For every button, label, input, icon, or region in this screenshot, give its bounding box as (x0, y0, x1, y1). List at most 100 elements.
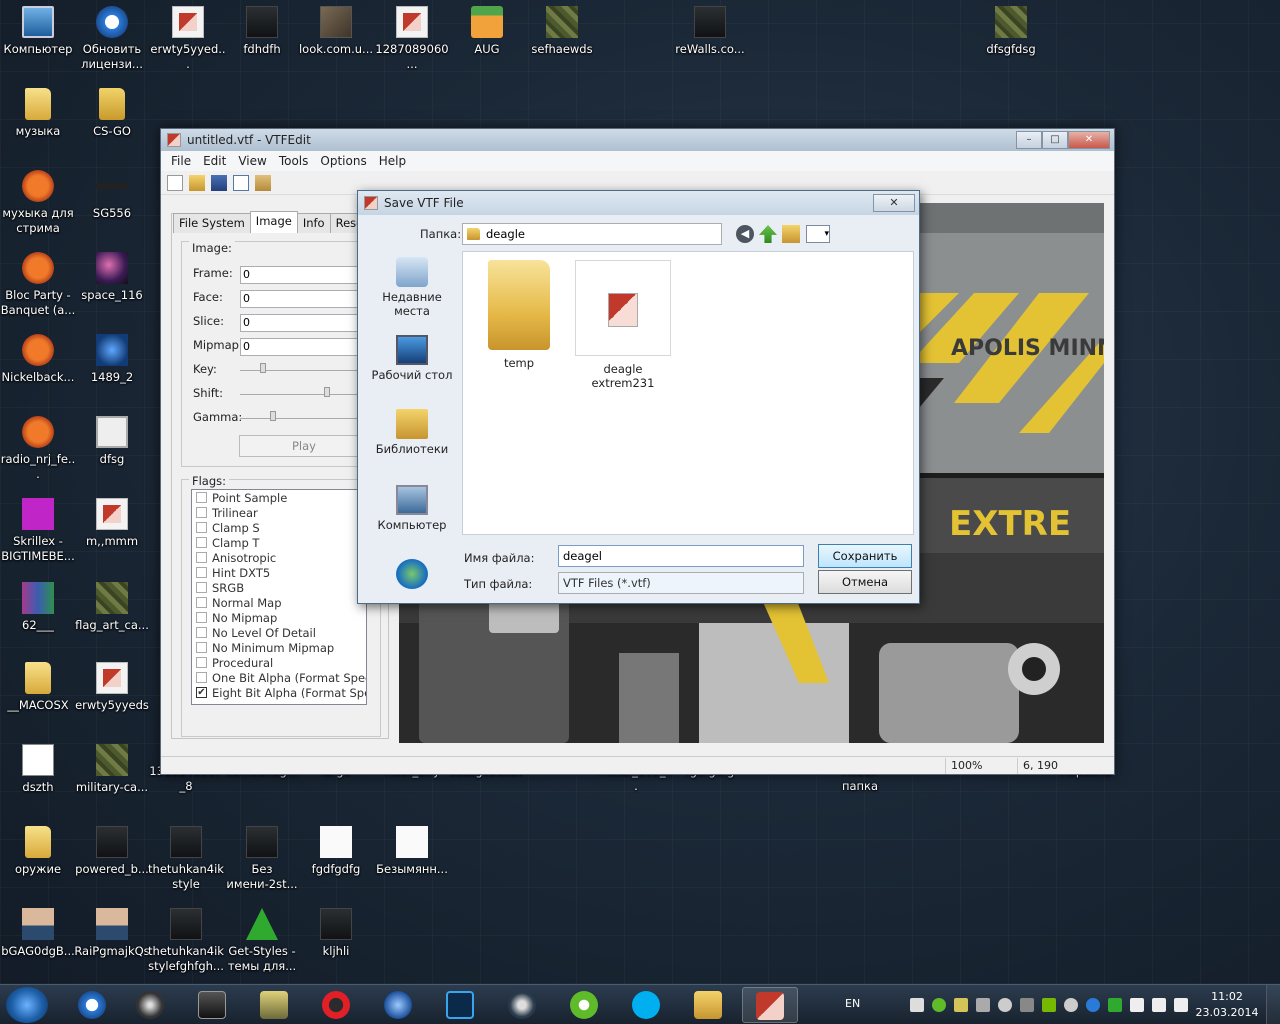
desktop-icon-folder[interactable]: оружие (0, 826, 76, 877)
filename-input[interactable]: deagel (558, 545, 804, 567)
desktop-icon-file[interactable]: thetuhkan4ik style (148, 826, 224, 892)
copy-icon[interactable] (233, 174, 249, 191)
desktop-icon-file[interactable]: look.com.u... (298, 6, 374, 57)
tray-app-icon[interactable] (1108, 998, 1122, 1012)
action-center-flag-icon[interactable] (1130, 998, 1144, 1012)
place-network[interactable] (364, 559, 460, 592)
back-button[interactable]: ◀ (736, 225, 754, 243)
desktop-icon-file[interactable]: erwty5yyeds (74, 662, 150, 713)
new-folder-icon[interactable] (782, 225, 800, 243)
tray-nvidia-icon[interactable] (1042, 998, 1056, 1012)
place-libraries[interactable]: Библиотеки (364, 409, 460, 456)
checkbox[interactable] (196, 552, 207, 563)
shift-slider[interactable] (240, 387, 358, 397)
desktop-icon-file[interactable]: sefhaewds (524, 6, 600, 57)
flag-anisotropic[interactable]: Anisotropic (192, 550, 366, 565)
taskbar-app-browser[interactable] (370, 987, 426, 1023)
face-field[interactable]: 0 (240, 290, 358, 308)
place-desktop[interactable]: Рабочий стол (364, 335, 460, 382)
desktop-icon-file[interactable]: fgdfgdfg (298, 826, 374, 877)
desktop-icon-file[interactable]: reWalls.co... (672, 6, 748, 57)
maximize-button[interactable]: □ (1042, 131, 1068, 149)
menu-options[interactable]: Options (314, 154, 372, 168)
menu-help[interactable]: Help (373, 154, 412, 168)
tab-image[interactable]: Image (249, 211, 298, 233)
tab-info[interactable]: Info (296, 213, 331, 233)
flag-eight-bit-alpha[interactable]: ✔ Eight Bit Alpha (Format Spe (192, 685, 366, 700)
close-button[interactable]: ✕ (1068, 131, 1110, 149)
flag-srgb[interactable]: SRGB (192, 580, 366, 595)
desktop-icon-file[interactable]: fdhdfh (224, 6, 300, 57)
checkbox[interactable] (196, 672, 207, 683)
taskbar-app-explorer[interactable] (680, 987, 736, 1023)
language-indicator[interactable]: EN (845, 997, 860, 1010)
network-icon[interactable] (1174, 998, 1188, 1012)
desktop-icon-computer[interactable]: Компьютер (0, 6, 76, 57)
desktop-icon-file[interactable]: kljhli (298, 908, 374, 959)
desktop-icon-file[interactable]: 1287089060... (374, 6, 450, 72)
desktop-icon-mp3[interactable]: Bloc Party - Banquet (a... (0, 252, 76, 318)
checkbox[interactable] (196, 567, 207, 578)
taskbar-app-steam[interactable] (494, 987, 550, 1023)
tray-steam-icon[interactable] (1064, 998, 1078, 1012)
desktop-icon-folder[interactable]: __MACOSX (0, 662, 76, 713)
desktop-icon-media[interactable]: мухыка для стрима (0, 170, 76, 236)
taskbar-app-update[interactable] (64, 987, 120, 1023)
gamma-slider-thumb[interactable] (270, 411, 276, 421)
folder-combo[interactable]: deagle (462, 223, 722, 245)
taskbar-app-vtfedit[interactable] (742, 987, 798, 1023)
view-menu-icon[interactable]: ▾ (806, 225, 830, 243)
desktop-icon-file[interactable]: erwty5yyed... (150, 6, 226, 72)
taskbar-app-utorrent[interactable] (556, 987, 612, 1023)
checkbox[interactable] (196, 492, 207, 503)
place-computer[interactable]: Компьютер (364, 485, 460, 532)
desktop-icon-file[interactable]: space_116 (74, 252, 150, 303)
desktop-icon-file[interactable]: m,,mmm (74, 498, 150, 549)
desktop-icon-shortcut[interactable]: Get-Styles - темы для... (224, 908, 300, 974)
vtfedit-titlebar[interactable]: untitled.vtf - VTFEdit – □ ✕ (161, 129, 1114, 151)
tray-game-icon[interactable] (954, 998, 968, 1012)
desktop-icon-archive[interactable]: 62___ (0, 582, 76, 633)
desktop-icon-file[interactable]: SG556 (74, 170, 150, 221)
menu-tools[interactable]: Tools (273, 154, 315, 168)
desktop-icon-file[interactable]: Skrillex - BIGTIMEBE... (0, 498, 76, 564)
desktop-icon-folder[interactable]: музыка (0, 88, 76, 139)
desktop-icon-file[interactable]: 1489_2 (74, 334, 150, 385)
desktop-icon-file[interactable]: dszth (0, 744, 76, 795)
volume-icon[interactable] (1152, 998, 1166, 1012)
taskbar-app-photoshop[interactable] (432, 987, 488, 1023)
flag-one-bit-alpha[interactable]: One Bit Alpha (Format Speci (192, 670, 366, 685)
flag-clamp-t[interactable]: Clamp T (192, 535, 366, 550)
tray-utorrent-icon[interactable] (932, 998, 946, 1012)
tray-app-icon[interactable] (976, 998, 990, 1012)
checkbox[interactable] (196, 537, 207, 548)
checkbox-checked[interactable]: ✔ (196, 687, 207, 698)
desktop-icon-file[interactable]: RaiPgmajkQs (74, 908, 150, 959)
checkbox[interactable] (196, 582, 207, 593)
desktop-icon-file[interactable]: Без имени-2st... (224, 826, 300, 892)
frame-field[interactable]: 0 (240, 266, 358, 284)
taskbar-app-skype[interactable] (618, 987, 674, 1023)
menu-view[interactable]: View (232, 154, 272, 168)
dialog-close-button[interactable]: ✕ (873, 194, 915, 212)
tray-app-icon[interactable] (910, 998, 924, 1012)
file-item-folder[interactable]: temp (471, 260, 567, 370)
checkbox[interactable] (196, 657, 207, 668)
checkbox[interactable] (196, 642, 207, 653)
checkbox[interactable] (196, 597, 207, 608)
new-file-icon[interactable] (167, 174, 183, 191)
flag-clamp-s[interactable]: Clamp S (192, 520, 366, 535)
place-recent[interactable]: Недавние места (364, 257, 460, 318)
slice-field[interactable]: 0 (240, 314, 358, 332)
flag-no-lod[interactable]: No Level Of Detail (192, 625, 366, 640)
mipmap-field[interactable]: 0 (240, 338, 358, 356)
flag-normal-map[interactable]: Normal Map (192, 595, 366, 610)
play-button[interactable]: Play (239, 435, 369, 457)
checkbox[interactable] (196, 507, 207, 518)
flag-hint-dxt5[interactable]: Hint DXT5 (192, 565, 366, 580)
filetype-select[interactable]: VTF Files (*.vtf) (558, 572, 804, 594)
paste-icon[interactable] (255, 174, 271, 191)
taskbar-app-media[interactable] (184, 987, 240, 1023)
key-slider[interactable] (240, 363, 358, 373)
show-desktop-button[interactable] (1266, 985, 1280, 1024)
